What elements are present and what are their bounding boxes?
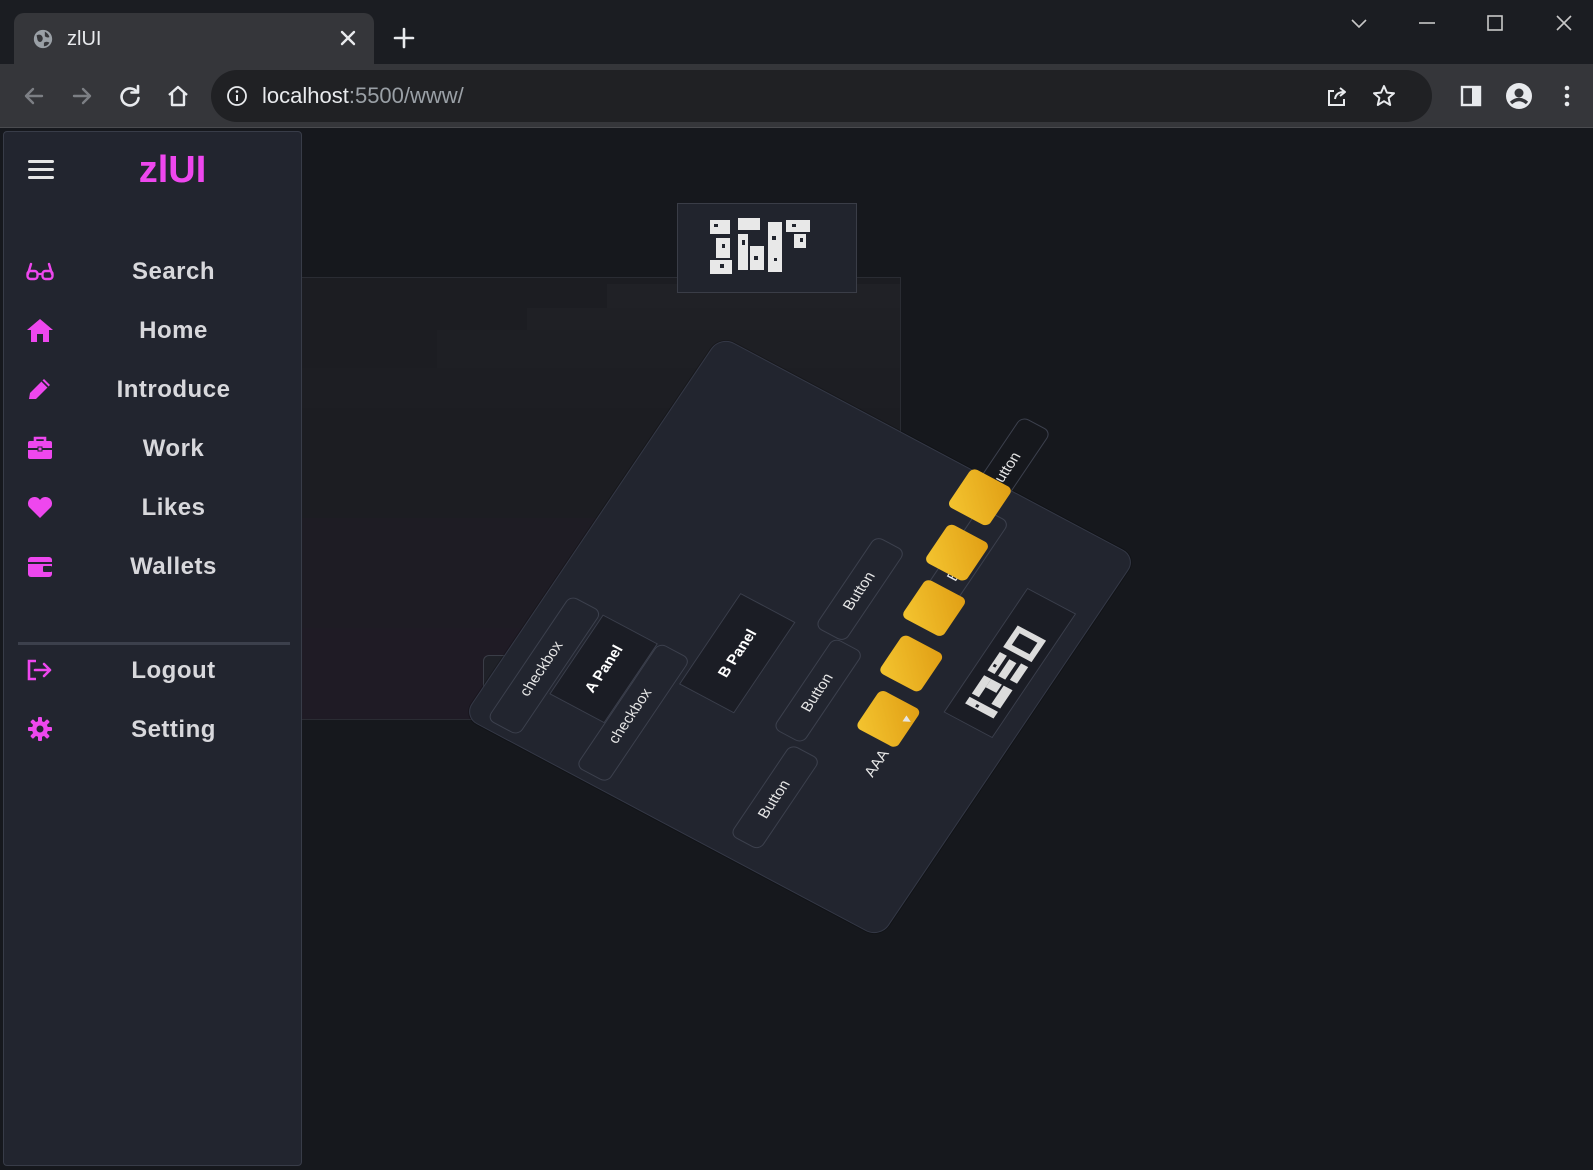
globe-icon xyxy=(33,29,53,49)
captcha-box xyxy=(677,203,857,293)
reload-icon[interactable] xyxy=(116,82,144,110)
sidebar-item-search[interactable]: Search xyxy=(4,246,303,296)
sidebar-item-home[interactable]: Home xyxy=(4,305,303,355)
noise-pattern-image xyxy=(965,625,1047,719)
back-icon[interactable] xyxy=(20,82,48,110)
side-panel-icon[interactable] xyxy=(1457,82,1485,110)
sidebar-item-label: Work xyxy=(142,435,205,462)
close-tab-icon[interactable] xyxy=(336,26,360,50)
captcha-box-2 xyxy=(943,587,1077,739)
brand-logo: zlUI xyxy=(138,149,207,191)
gold-tile[interactable] xyxy=(877,633,945,694)
bg-step xyxy=(437,330,900,368)
new-tab-icon[interactable] xyxy=(392,26,416,50)
home-browser-icon[interactable] xyxy=(164,82,192,110)
share-icon[interactable] xyxy=(1324,83,1350,109)
sidebar-item-likes[interactable]: Likes xyxy=(4,482,303,532)
close-window-icon[interactable] xyxy=(1553,12,1575,34)
sidebar-item-label: Home xyxy=(139,317,208,344)
sidebar-item-label: Wallets xyxy=(130,553,217,580)
sidebar-item-logout[interactable]: Logout xyxy=(4,645,303,695)
maximize-icon[interactable] xyxy=(1484,12,1506,34)
address-bar[interactable]: localhost:5500/www/ xyxy=(211,70,1432,122)
noise-pattern-image xyxy=(710,218,810,274)
button-3-label: Button xyxy=(839,569,879,614)
select-label[interactable]: AAA xyxy=(861,747,893,780)
sidebar: zlUI Search Home Introduce Work Likes Wa… xyxy=(3,131,302,1166)
sidebar-item-setting[interactable]: Setting xyxy=(4,704,303,754)
button-3[interactable]: Button xyxy=(814,535,906,643)
button-1[interactable]: Button xyxy=(729,743,821,851)
profile-icon[interactable] xyxy=(1505,82,1533,110)
sidebar-item-wallets[interactable]: Wallets xyxy=(4,541,303,591)
bookmark-star-icon[interactable] xyxy=(1371,83,1397,109)
sidebar-item-label: Logout xyxy=(131,657,216,684)
button-2-label: Button xyxy=(797,670,837,715)
browser-tabstrip: zlUI xyxy=(0,0,1593,64)
sidebar-item-label: Introduce xyxy=(116,376,231,403)
sidebar-item-label: Setting xyxy=(131,716,216,743)
sidebar-item-label: Search xyxy=(131,258,216,285)
browser-toolbar: localhost:5500/www/ xyxy=(0,64,1593,128)
button-2[interactable]: Button xyxy=(772,636,864,745)
minimize-icon[interactable] xyxy=(1416,12,1438,34)
browser-tab[interactable]: zlUI xyxy=(14,13,374,64)
site-info-icon[interactable] xyxy=(225,84,249,108)
forward-icon[interactable] xyxy=(68,82,96,110)
panel-b: B Panel xyxy=(678,592,796,714)
sidebar-item-introduce[interactable]: Introduce xyxy=(4,364,303,414)
menu-kebab-icon[interactable] xyxy=(1553,82,1581,110)
tab-search-icon[interactable] xyxy=(1348,12,1370,34)
tab-title: zlUI xyxy=(67,28,102,50)
button-1-label: Button xyxy=(754,777,794,822)
url-text: localhost:5500/www/ xyxy=(262,83,464,108)
sidebar-item-label: Likes xyxy=(141,494,206,521)
sidebar-item-work[interactable]: Work xyxy=(4,423,303,473)
